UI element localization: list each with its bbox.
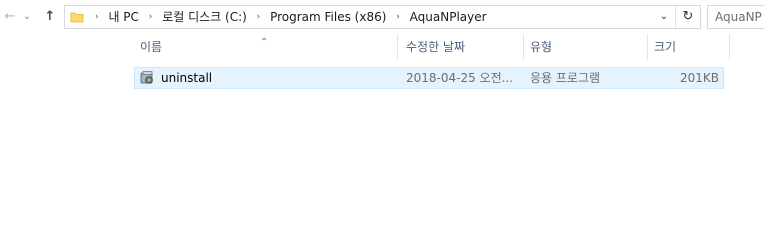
file-size: 201KB — [679, 71, 719, 85]
refresh-icon[interactable]: ↻ — [675, 6, 700, 28]
folder-icon — [70, 12, 84, 23]
column-header-row: 이름 ⌃ 수정한 날짜 유형 크기 — [134, 34, 730, 60]
file-name: uninstall — [161, 71, 213, 85]
file-modified-date: 2018-04-25 오전... — [406, 71, 514, 85]
uninstaller-app-icon — [140, 71, 153, 84]
column-header-date[interactable]: 수정한 날짜 — [400, 34, 524, 60]
column-header-size-label: 크기 — [654, 40, 677, 54]
back-arrow-icon[interactable]: ← — [2, 8, 18, 26]
breadcrumb-separator-icon[interactable]: › — [95, 6, 99, 28]
navigation-bar: ← ⌄ ↑ › 내 PC › 로컬 디스크 (C:) › Program Fil… — [0, 0, 764, 34]
column-header-date-label: 수정한 날짜 — [406, 40, 466, 54]
breadcrumb-aquanplayer[interactable]: AquaNPlayer — [410, 6, 487, 28]
up-arrow-icon[interactable]: ↑ — [42, 8, 58, 26]
file-type: 응용 프로그램 — [530, 71, 601, 85]
column-header-type[interactable]: 유형 — [524, 34, 648, 60]
breadcrumb-separator-icon[interactable]: › — [149, 6, 153, 28]
breadcrumb-this-pc[interactable]: 내 PC — [108, 6, 138, 28]
address-history-dropdown-icon[interactable]: ⌄ — [656, 6, 672, 28]
file-row[interactable]: uninstall 2018-04-25 오전... 응용 프로그램 201KB — [134, 67, 724, 89]
column-header-name-label: 이름 — [140, 40, 163, 54]
column-header-type-label: 유형 — [530, 40, 553, 54]
recent-locations-chevron-icon[interactable]: ⌄ — [20, 8, 34, 26]
breadcrumb-program-files[interactable]: Program Files (x86) — [270, 6, 386, 28]
breadcrumb-local-disk[interactable]: 로컬 디스크 (C:) — [162, 6, 247, 28]
address-bar[interactable]: › 내 PC › 로컬 디스크 (C:) › Program Files (x8… — [64, 5, 701, 29]
search-input[interactable]: AquaNP — [707, 5, 764, 29]
breadcrumb-separator-icon[interactable]: › — [257, 6, 261, 28]
breadcrumb-separator-icon[interactable]: › — [396, 6, 400, 28]
breadcrumb: › 내 PC › 로컬 디스크 (C:) › Program Files (x8… — [89, 6, 487, 28]
column-header-name[interactable]: 이름 ⌃ — [134, 34, 398, 60]
sort-ascending-icon: ⌃ — [260, 37, 269, 48]
column-header-size[interactable]: 크기 — [648, 34, 730, 60]
